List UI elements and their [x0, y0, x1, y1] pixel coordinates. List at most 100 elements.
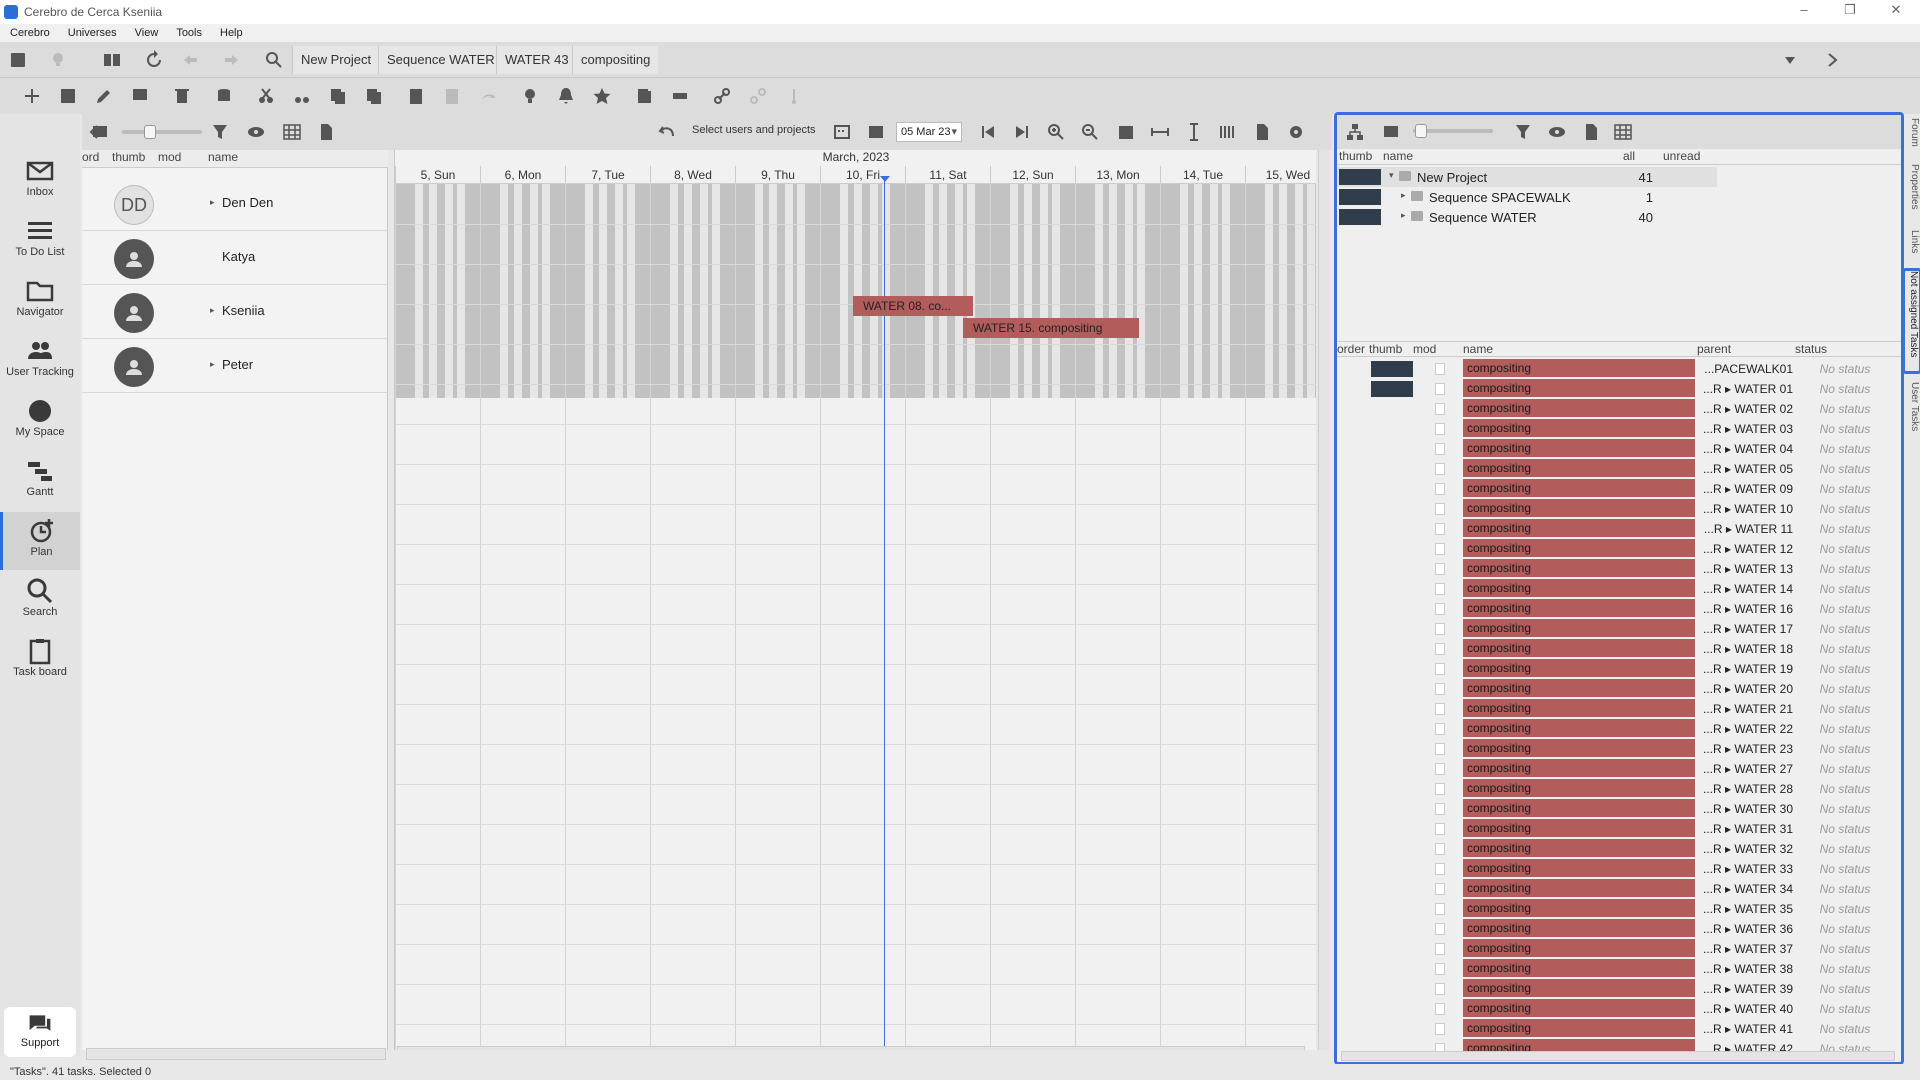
- task-row[interactable]: compositing ...R ▸ WATER 13 No status: [1337, 559, 1897, 579]
- idea-icon[interactable]: [516, 82, 544, 110]
- eye-icon[interactable]: [1543, 118, 1571, 146]
- menu-view[interactable]: View: [125, 27, 167, 39]
- paste-link-icon[interactable]: [438, 82, 466, 110]
- skip-back-icon[interactable]: [974, 118, 1002, 146]
- copy-icon[interactable]: [324, 82, 352, 110]
- edit-icon[interactable]: [90, 82, 118, 110]
- task-row[interactable]: compositing ...R ▸ WATER 09 No status: [1337, 479, 1897, 499]
- task-row[interactable]: compositing ...R ▸ WATER 40 No status: [1337, 999, 1897, 1019]
- mod-checkbox[interactable]: [1435, 963, 1445, 975]
- menu-help[interactable]: Help: [210, 27, 251, 39]
- mod-checkbox[interactable]: [1435, 623, 1445, 635]
- mod-checkbox[interactable]: [1435, 683, 1445, 695]
- nav-navigator[interactable]: Navigator: [0, 272, 80, 330]
- horizontal-scrollbar[interactable]: [1341, 1051, 1895, 1061]
- expand-arrow-icon[interactable]: ▸: [210, 359, 215, 370]
- maximize-button[interactable]: ❐: [1830, 2, 1870, 22]
- mod-checkbox[interactable]: [1435, 883, 1445, 895]
- menu-cerebro[interactable]: Cerebro: [0, 27, 58, 39]
- star-icon[interactable]: [588, 82, 616, 110]
- add-subtask-icon[interactable]: [54, 82, 82, 110]
- nav-my-space[interactable]: My Space: [0, 392, 80, 450]
- mod-checkbox[interactable]: [1435, 563, 1445, 575]
- thumbnail-slider[interactable]: [122, 125, 202, 139]
- breadcrumb-project[interactable]: New Project: [292, 46, 380, 74]
- menu-tools[interactable]: Tools: [166, 27, 210, 39]
- col-status[interactable]: status: [1795, 342, 1827, 356]
- task-row[interactable]: compositing ...R ▸ WATER 33 No status: [1337, 859, 1897, 879]
- pdf-export-icon[interactable]: [1248, 118, 1276, 146]
- nav-task-board[interactable]: Task board: [0, 632, 80, 690]
- col-thumb[interactable]: thumb: [1339, 149, 1372, 163]
- task-row[interactable]: compositing ...R ▸ WATER 38 No status: [1337, 959, 1897, 979]
- undo-icon[interactable]: [654, 118, 682, 146]
- col-ord[interactable]: ord: [82, 150, 99, 164]
- task-row[interactable]: compositing ...R ▸ WATER 41 No status: [1337, 1019, 1897, 1039]
- columns-icon[interactable]: [1214, 118, 1242, 146]
- mod-checkbox[interactable]: [1435, 1023, 1445, 1035]
- task-row[interactable]: compositing ...R ▸ WATER 21 No status: [1337, 699, 1897, 719]
- expand-arrow-icon[interactable]: ▾: [1389, 170, 1394, 181]
- task-row[interactable]: compositing ...R ▸ WATER 10 No status: [1337, 499, 1897, 519]
- mod-checkbox[interactable]: [1435, 903, 1445, 915]
- col-mod[interactable]: mod: [158, 150, 181, 164]
- user-row[interactable]: ▸ Kseniia: [82, 285, 388, 339]
- task-row[interactable]: compositing ...R ▸ WATER 02 No status: [1337, 399, 1897, 419]
- thermometer-icon[interactable]: [780, 82, 808, 110]
- timeline-task[interactable]: WATER 15. compositing: [963, 318, 1139, 338]
- table-icon[interactable]: [278, 118, 306, 146]
- fit-width-icon[interactable]: [1146, 118, 1174, 146]
- mod-checkbox[interactable]: [1435, 443, 1445, 455]
- task-row[interactable]: compositing ...R ▸ WATER 31 No status: [1337, 819, 1897, 839]
- forward-arrow-icon[interactable]: [218, 46, 246, 74]
- mod-checkbox[interactable]: [1435, 383, 1445, 395]
- close-button[interactable]: ✕: [1876, 2, 1916, 22]
- settings-gear-icon[interactable]: [1282, 118, 1310, 146]
- database-icon[interactable]: [210, 82, 238, 110]
- task-row[interactable]: compositing ...R ▸ WATER 35 No status: [1337, 899, 1897, 919]
- task-row[interactable]: compositing ...R ▸ WATER 30 No status: [1337, 799, 1897, 819]
- date-picker[interactable]: 05 Mar 23 ▾: [896, 122, 962, 142]
- mod-checkbox[interactable]: [1435, 663, 1445, 675]
- add-icon[interactable]: [18, 82, 46, 110]
- task-row[interactable]: compositing ...R ▸ WATER 39 No status: [1337, 979, 1897, 999]
- thumbnail-slider[interactable]: [1413, 124, 1493, 138]
- col-thumb[interactable]: thumb: [112, 150, 145, 164]
- task-row[interactable]: compositing ...R ▸ WATER 17 No status: [1337, 619, 1897, 639]
- transfer-icon[interactable]: [666, 82, 694, 110]
- task-row[interactable]: compositing ...R ▸ WATER 23 No status: [1337, 739, 1897, 759]
- mod-checkbox[interactable]: [1435, 783, 1445, 795]
- task-row[interactable]: compositing ...R ▸ WATER 28 No status: [1337, 779, 1897, 799]
- mod-checkbox[interactable]: [1435, 743, 1445, 755]
- expand-arrow-icon[interactable]: ▸: [210, 197, 215, 208]
- cut-link-icon[interactable]: [288, 82, 316, 110]
- link-icon[interactable]: [708, 82, 736, 110]
- slider-handle[interactable]: [144, 125, 156, 139]
- task-row[interactable]: compositing ...R ▸ WATER 22 No status: [1337, 719, 1897, 739]
- tree-row[interactable]: ▸ Sequence SPACEWALK 1: [1337, 187, 1717, 207]
- today-calendar-icon[interactable]: [1112, 118, 1140, 146]
- select-users-projects-label[interactable]: Select users and projects: [692, 124, 816, 136]
- sidebar-toggle-icon[interactable]: [4, 46, 32, 74]
- layout-icon[interactable]: [98, 46, 126, 74]
- mod-checkbox[interactable]: [1435, 923, 1445, 935]
- menu-universes[interactable]: Universes: [58, 27, 125, 39]
- zoom-out-icon[interactable]: [1076, 118, 1104, 146]
- task-row[interactable]: compositing ...R ▸ WATER 18 No status: [1337, 639, 1897, 659]
- timeline-task[interactable]: WATER 08. co...: [853, 296, 973, 316]
- col-thumb[interactable]: thumb: [1369, 342, 1402, 356]
- mod-checkbox[interactable]: [1435, 983, 1445, 995]
- document-icon[interactable]: [1577, 118, 1605, 146]
- paste-icon[interactable]: [402, 82, 430, 110]
- slider-handle[interactable]: [1415, 124, 1427, 138]
- col-mod[interactable]: mod: [1413, 342, 1436, 356]
- task-row[interactable]: compositing ...R ▸ WATER 16 No status: [1337, 599, 1897, 619]
- breadcrumb-shot[interactable]: WATER 43: [496, 46, 577, 74]
- tree-row[interactable]: ▸ Sequence WATER 40: [1337, 207, 1717, 227]
- task-row[interactable]: compositing ...R ▸ WATER 27 No status: [1337, 759, 1897, 779]
- chevron-right-icon[interactable]: [1818, 46, 1846, 74]
- mod-checkbox[interactable]: [1435, 403, 1445, 415]
- mod-checkbox[interactable]: [1435, 543, 1445, 555]
- mod-checkbox[interactable]: [1435, 803, 1445, 815]
- mod-checkbox[interactable]: [1435, 363, 1445, 375]
